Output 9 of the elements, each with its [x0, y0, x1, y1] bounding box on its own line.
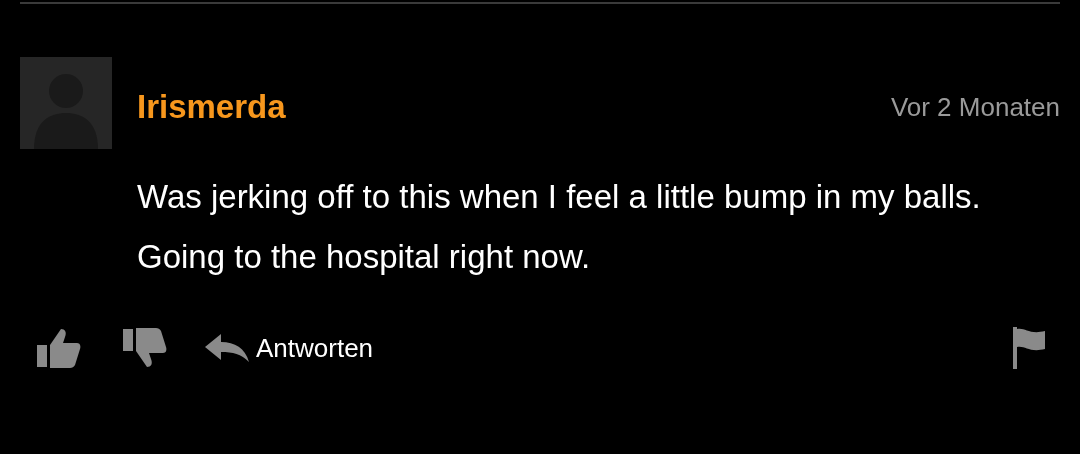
- timestamp: Vor 2 Monaten: [890, 90, 1060, 124]
- reply-icon: [205, 334, 249, 362]
- thumbs-up-icon[interactable]: [35, 327, 81, 369]
- username[interactable]: Irismerda: [137, 82, 286, 132]
- reply-button[interactable]: Antworten: [205, 328, 374, 368]
- flag-icon[interactable]: [1011, 327, 1045, 369]
- comment-text: Was jerking off to this when I feel a little bump in my balls. Going to the hospital right now.: [137, 177, 982, 277]
- avatar-icon: [20, 57, 112, 149]
- thumbs-down-icon[interactable]: [121, 327, 167, 369]
